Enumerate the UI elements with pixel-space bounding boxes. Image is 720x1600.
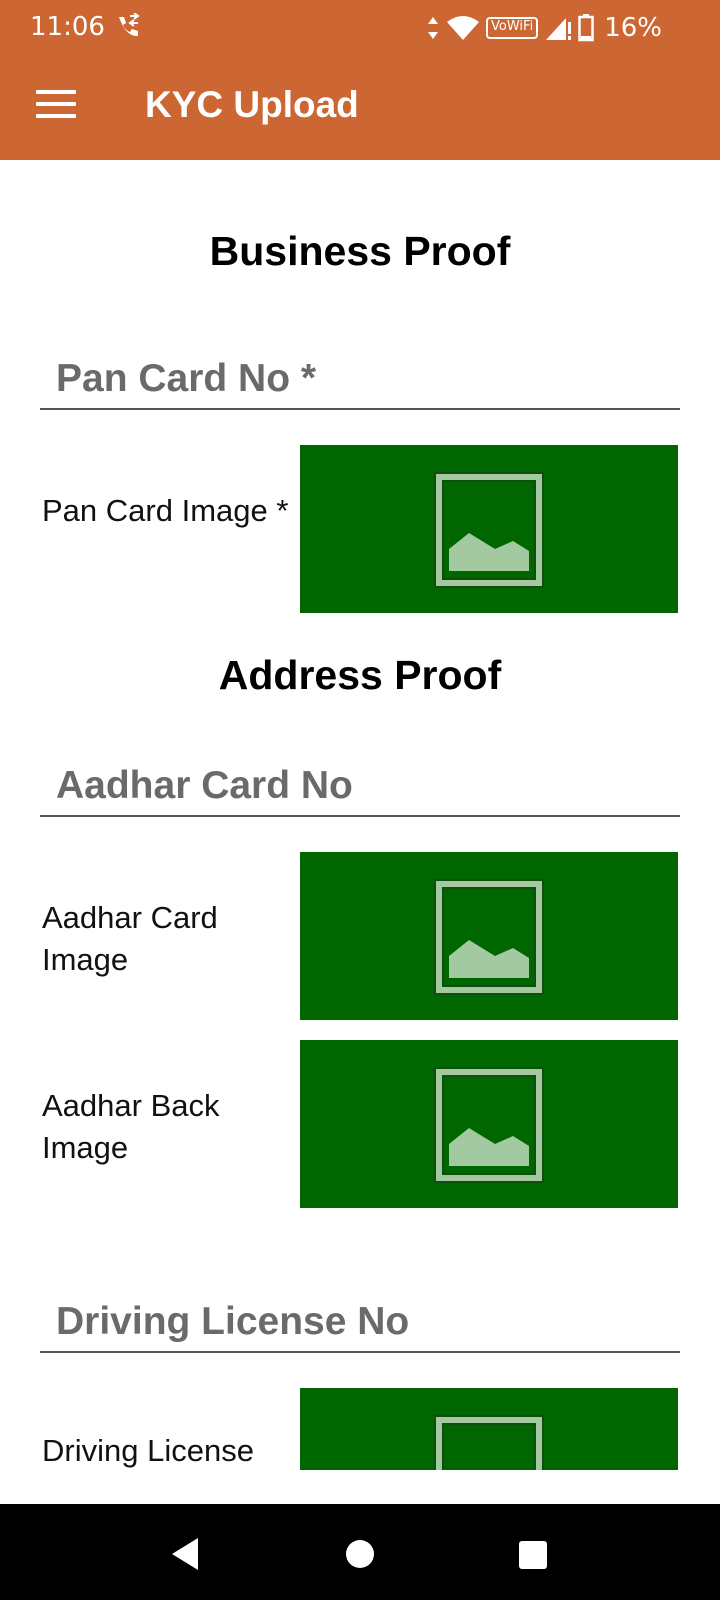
top-bar: 11:06 VoWiFi 16% KYC Upload (0, 0, 720, 160)
image-placeholder-icon (434, 1415, 544, 1470)
back-triangle-icon[interactable] (166, 1534, 206, 1574)
address-proof-heading: Address Proof (218, 652, 502, 698)
wifi-call-icon (119, 13, 140, 37)
page-title: KYC Upload (145, 84, 359, 125)
pan-card-image-label: Pan Card Image * (42, 493, 289, 528)
recents-square-icon[interactable] (512, 1534, 552, 1574)
kyc-upload-screen: 11:06 VoWiFi 16% KYC Upload Business Pro… (0, 0, 720, 1600)
wifi-icon (447, 16, 480, 40)
pan-card-no-field (40, 350, 680, 410)
aadhar-back-image-picker[interactable] (300, 1040, 678, 1208)
battery-icon (578, 14, 594, 42)
image-placeholder-icon (434, 472, 544, 588)
business-proof-heading: Business Proof (209, 228, 511, 274)
pan-card-image-picker[interactable] (300, 445, 678, 613)
aadhar-card-no-field (40, 757, 680, 817)
vowifi-badge: VoWiFi (486, 17, 539, 39)
pan-card-no-input[interactable] (40, 350, 680, 408)
battery-percent: 16% (604, 13, 662, 43)
cell-signal-icon (546, 18, 572, 40)
image-placeholder-icon (434, 879, 544, 995)
status-bar: 11:06 VoWiFi 16% (0, 0, 720, 56)
aadhar-card-image-label: Aadhar Card Image (42, 900, 218, 977)
driving-license-label: Driving License (42, 1433, 254, 1468)
app-bar: KYC Upload (0, 56, 720, 160)
home-circle-icon[interactable] (340, 1534, 380, 1574)
driving-license-no-field (40, 1293, 680, 1353)
navigation-bar (0, 1504, 720, 1600)
status-icons: VoWiFi 16% (426, 10, 662, 46)
data-arrows-icon (428, 17, 439, 39)
kyc-form[interactable]: Business Proof Pan Card Image * Address … (0, 160, 720, 1470)
hamburger-menu-icon[interactable] (36, 90, 76, 124)
aadhar-card-image-picker[interactable] (300, 852, 678, 1020)
image-placeholder-icon (434, 1067, 544, 1183)
status-time: 11:06 (30, 12, 105, 42)
driving-license-image-picker[interactable] (300, 1388, 678, 1470)
driving-license-no-input[interactable] (40, 1293, 680, 1351)
aadhar-back-image-label: Aadhar Back Image (42, 1088, 220, 1165)
aadhar-card-no-input[interactable] (40, 757, 680, 815)
